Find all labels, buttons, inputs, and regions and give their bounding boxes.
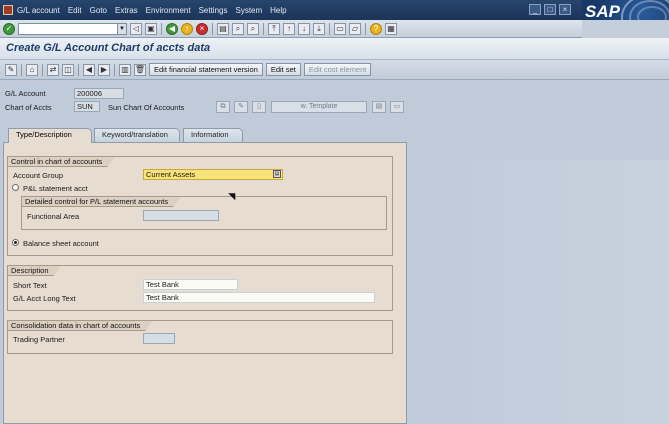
trading-partner-field[interactable]	[143, 333, 175, 344]
command-field[interactable]	[18, 22, 118, 35]
cancel-icon[interactable]: ×	[196, 22, 208, 35]
enter-check-icon[interactable]: ✓	[3, 22, 15, 35]
account-group-label: Account Group	[13, 171, 64, 180]
edit-set-button[interactable]: Edit set	[265, 63, 301, 76]
menu-help[interactable]: Help	[270, 6, 286, 15]
tab-information[interactable]: Information	[183, 128, 243, 142]
next-icon[interactable]: ▶	[98, 63, 110, 76]
control-group-title: Control in chart of accounts	[7, 156, 115, 167]
save-icon[interactable]: ▣	[145, 22, 157, 35]
long-text-field[interactable]: Test Bank	[143, 292, 375, 303]
tab-keyword-translation[interactable]: Keyword/translation	[94, 128, 180, 142]
toolbar-separator	[161, 22, 162, 35]
toolbar-separator	[329, 22, 330, 35]
trading-partner-label: Trading Partner	[13, 335, 65, 344]
menu-edit[interactable]: Edit	[68, 6, 82, 15]
print-icon[interactable]: ▤	[217, 22, 229, 35]
toolbar-separator	[21, 63, 22, 76]
menu-goto[interactable]: Goto	[90, 6, 107, 15]
chart-of-accts-field[interactable]: SUN	[74, 101, 100, 112]
value-help-icon[interactable]: ▤	[273, 170, 281, 178]
next-page-icon[interactable]: ↓	[298, 22, 310, 35]
menu-environment[interactable]: Environment	[146, 6, 191, 15]
window-controls: _ □ ×	[529, 4, 571, 15]
consolidation-group-title: Consolidation data in chart of accounts	[7, 320, 153, 331]
minimize-icon[interactable]: _	[529, 4, 541, 15]
close-icon[interactable]: ×	[559, 4, 571, 15]
toolbar-separator	[365, 22, 366, 35]
pl-statement-radio[interactable]	[12, 184, 19, 191]
command-dropdown-icon[interactable]: ▼	[117, 22, 127, 35]
display-change-icon[interactable]: ✎	[5, 63, 17, 76]
menu-bar: G/L account Edit Goto Extras Environment…	[0, 0, 669, 20]
menu-gl-account[interactable]: G/L account	[17, 6, 60, 15]
short-text-field[interactable]: Test Bank	[143, 279, 238, 290]
menu-system[interactable]: System	[235, 6, 262, 15]
description-group-title: Description	[7, 265, 62, 276]
gl-account-label: G/L Account	[5, 89, 46, 98]
toolbar-separator	[42, 63, 43, 76]
tab-type-description[interactable]: Type/Description	[8, 128, 92, 143]
application-toolbar: ✎ ⌂ ⇄ ◫ ◀ ▶ ▥ 🗑 Edit financial statement…	[0, 60, 669, 80]
other-account-icon[interactable]: ⇄	[47, 63, 59, 76]
create-session-icon[interactable]: ▭	[334, 22, 346, 35]
find-icon[interactable]: ⌕	[232, 22, 244, 35]
layout-menu-icon[interactable]: ▦	[385, 22, 397, 35]
page-title: Create G/L Account Chart of accts data	[6, 42, 211, 54]
toolbar-separator	[114, 63, 115, 76]
maximize-icon[interactable]: □	[544, 4, 556, 15]
long-text-label: G/L Acct Long Text	[13, 294, 76, 303]
help-icon[interactable]: ?	[370, 22, 382, 35]
menu-extras[interactable]: Extras	[115, 6, 138, 15]
window-menu-icon[interactable]	[3, 5, 13, 15]
previous-icon[interactable]: ◀	[83, 63, 95, 76]
edit-fs-version-button[interactable]: Edit financial statement version	[149, 63, 263, 76]
display-icon[interactable]: ⌂	[26, 63, 38, 76]
balance-sheet-radio[interactable]	[12, 239, 19, 246]
exit-icon[interactable]: ↑	[181, 22, 193, 35]
toolbar-filler	[582, 20, 669, 38]
menu-settings[interactable]: Settings	[199, 6, 228, 15]
detail-control-title: Detailed control for P/L statement accou…	[21, 196, 181, 207]
edit-cost-element-button[interactable]: Edit cost element	[303, 63, 372, 76]
chart-of-accts-label: Chart of Accts	[5, 103, 52, 112]
account-group-field[interactable]: Current Assets	[143, 169, 283, 180]
gl-account-field[interactable]: 200006	[74, 88, 124, 99]
copy-icon[interactable]: ◫	[62, 63, 74, 76]
delete-icon[interactable]: 🗑	[134, 63, 146, 76]
chart-description: Sun Chart Of Accounts	[108, 103, 185, 112]
sap-logo-text: SAP	[585, 2, 620, 21]
first-page-icon[interactable]: ⤒	[268, 22, 280, 35]
edit-pencil-icon[interactable]: ✎	[234, 101, 248, 113]
title-bar: Create G/L Account Chart of accts data	[0, 38, 669, 60]
with-template-button[interactable]: w. Template	[271, 101, 367, 113]
standard-toolbar: ✓ ▼ ◁ ▣ ◀ ↑ × ▤ ⌕ ⌕ ⤒ ↑ ↓ ⤓ ▭ ▱ ? ▦	[0, 20, 582, 38]
trash-icon[interactable]: ▭	[390, 101, 404, 113]
back-arrow-icon[interactable]: ◁	[130, 22, 142, 35]
back-icon[interactable]: ◀	[166, 22, 178, 35]
document-icon[interactable]: ▯	[252, 101, 266, 113]
balance-sheet-label: Balance sheet account	[23, 239, 99, 248]
toolbar-separator	[78, 63, 79, 76]
short-text-label: Short Text	[13, 281, 47, 290]
background-gradient	[410, 160, 669, 424]
shortcut-icon[interactable]: ▱	[349, 22, 361, 35]
toolbar-separator	[263, 22, 264, 35]
pl-statement-label: P&L statement acct	[23, 184, 88, 193]
print-preview-icon[interactable]: ▤	[372, 101, 386, 113]
previous-page-icon[interactable]: ↑	[283, 22, 295, 35]
toolbar-separator	[212, 22, 213, 35]
find-next-icon[interactable]: ⌕	[247, 22, 259, 35]
where-used-icon[interactable]: ▥	[119, 63, 131, 76]
functional-area-label: Functional Area	[27, 212, 80, 221]
functional-area-field[interactable]	[143, 210, 219, 221]
last-page-icon[interactable]: ⤓	[313, 22, 325, 35]
with-reference-icon[interactable]: ⧉	[216, 101, 230, 113]
